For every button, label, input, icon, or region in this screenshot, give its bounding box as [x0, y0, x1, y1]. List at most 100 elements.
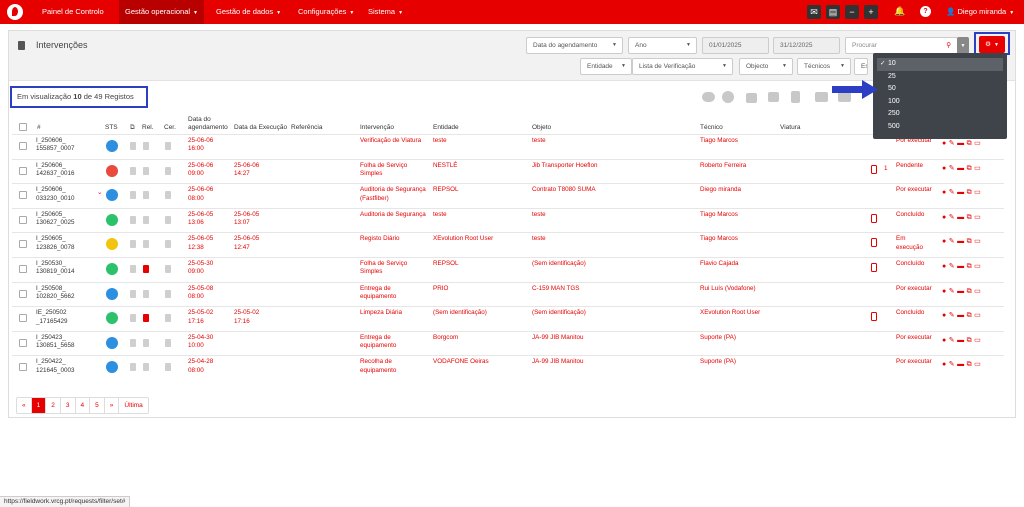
row-checkbox[interactable] — [19, 166, 27, 175]
user-circle-icon[interactable]: ● — [942, 188, 946, 197]
copy-icon[interactable]: ⧉ — [967, 287, 972, 296]
row-checkbox[interactable] — [19, 314, 27, 323]
nav-item-4[interactable]: Sistema ▼ — [362, 0, 409, 24]
certificate-icon[interactable] — [165, 289, 171, 298]
nav-item-3[interactable]: Configurações ▼ — [292, 0, 360, 24]
user-circle-icon[interactable]: ● — [942, 237, 946, 246]
trash-icon[interactable]: ▬ — [957, 164, 964, 173]
col-header-entity[interactable]: Entidade — [433, 124, 459, 132]
copy-icon[interactable]: ⧉ — [967, 188, 972, 197]
certificate-icon[interactable] — [165, 338, 171, 347]
trash-icon[interactable]: ▬ — [957, 262, 964, 271]
trash-icon[interactable]: ▬ — [957, 336, 964, 345]
edit-icon[interactable]: ✎ — [949, 360, 955, 369]
col-header-reference[interactable]: Referência — [291, 124, 322, 132]
trash-icon[interactable]: ▬ — [957, 213, 964, 222]
trash-icon[interactable]: ▬ — [957, 139, 964, 148]
copy-icon[interactable]: ⧉ — [967, 213, 972, 222]
user-circle-icon[interactable]: ● — [942, 164, 946, 173]
copy-file-icon[interactable] — [130, 240, 136, 249]
certificate-icon[interactable] — [165, 191, 171, 200]
user-circle-icon[interactable]: ● — [942, 139, 946, 148]
row-checkbox[interactable] — [19, 240, 27, 249]
pagination-item-6[interactable]: » — [105, 398, 120, 413]
edit-icon[interactable]: ✎ — [949, 188, 955, 197]
copy-file-icon[interactable] — [130, 314, 136, 323]
report-pdf-icon[interactable] — [143, 191, 149, 200]
copy-file-icon[interactable] — [130, 215, 136, 224]
copy-icon[interactable]: ⧉ — [967, 360, 972, 369]
truck-icon[interactable] — [815, 92, 828, 102]
nav-item-0[interactable]: Painel de Controlo — [36, 0, 110, 24]
edit-icon[interactable]: ✎ — [949, 164, 955, 173]
certificate-icon[interactable] — [165, 314, 171, 323]
printer-icon[interactable] — [791, 91, 800, 103]
vodafone-logo-icon[interactable] — [7, 4, 23, 20]
copy-icon[interactable]: ⧉ — [967, 336, 972, 345]
trash-icon[interactable]: ▬ — [957, 237, 964, 246]
col-header-execution[interactable]: Data da Execução — [234, 124, 287, 132]
copy-file-icon[interactable] — [130, 338, 136, 347]
print-icon[interactable]: ▭ — [974, 164, 981, 173]
copy-icon[interactable]: ⧉ — [967, 311, 972, 320]
page-size-option-10[interactable]: 10 — [877, 58, 1003, 71]
col-header-cer[interactable]: Cer. — [164, 124, 176, 132]
print-icon[interactable]: ▭ — [974, 287, 981, 296]
copy-icon[interactable]: ⧉ — [967, 164, 972, 173]
chevron-down-icon[interactable]: ⌄ — [97, 189, 102, 197]
pagination-item-1[interactable]: 1 — [31, 398, 47, 413]
trash-icon[interactable]: ▬ — [957, 287, 964, 296]
envelope-icon[interactable] — [746, 93, 757, 103]
print-icon[interactable]: ▭ — [974, 360, 981, 369]
pagination-item-0[interactable]: « — [17, 398, 32, 413]
id-card-icon[interactable]: ▤ — [826, 5, 840, 19]
pagination-item-5[interactable]: 5 — [90, 398, 105, 413]
mobile-phone-icon[interactable] — [871, 164, 877, 174]
nav-item-2[interactable]: Gestão de dados ▼ — [210, 0, 287, 24]
print-icon[interactable]: ▭ — [974, 139, 981, 148]
user-circle-icon[interactable]: ● — [942, 336, 946, 345]
user-menu[interactable]: 👤 Diego miranda ▼ — [946, 0, 1014, 24]
user-circle-icon[interactable]: ● — [942, 213, 946, 222]
row-checkbox[interactable] — [19, 265, 27, 273]
report-pdf-icon[interactable] — [143, 314, 149, 323]
mobile-phone-icon[interactable] — [871, 238, 877, 248]
row-checkbox[interactable] — [19, 289, 27, 298]
map-icon[interactable] — [768, 92, 779, 102]
pagination-item-2[interactable]: 2 — [46, 398, 61, 413]
certificate-icon[interactable] — [165, 265, 171, 273]
report-pdf-icon[interactable] — [143, 215, 149, 224]
help-icon[interactable]: ? — [920, 6, 931, 17]
report-pdf-icon[interactable] — [143, 142, 149, 150]
row-checkbox[interactable] — [19, 191, 27, 200]
filter-select-1[interactable]: Lista de Verificação ▼ — [632, 58, 733, 75]
filter-select-0[interactable]: Entidade ▼ — [580, 58, 632, 75]
print-icon[interactable]: ▭ — [974, 188, 981, 197]
period-select[interactable]: Ano ▼ — [628, 37, 697, 54]
edit-icon[interactable]: ✎ — [949, 237, 955, 246]
report-pdf-icon[interactable] — [143, 363, 149, 372]
select-all-checkbox[interactable] — [19, 123, 27, 131]
date-type-select[interactable]: Data do agendamento ▼ — [526, 37, 623, 54]
col-header-intervention[interactable]: Intervenção — [360, 124, 394, 132]
row-checkbox[interactable] — [19, 363, 27, 372]
filter-select-3[interactable]: Técnicos ▼ — [797, 58, 851, 75]
bell-icon[interactable]: 🔔 — [894, 6, 905, 17]
pagination-item-4[interactable]: 4 — [76, 398, 91, 413]
chat-icon[interactable]: ✉ — [807, 5, 821, 19]
edit-icon[interactable]: ✎ — [949, 213, 955, 222]
trash-icon[interactable]: ▬ — [957, 311, 964, 320]
col-header-num[interactable]: # — [37, 124, 41, 132]
edit-icon[interactable]: ✎ — [949, 311, 955, 320]
print-icon[interactable]: ▭ — [974, 262, 981, 271]
copy-file-icon[interactable] — [130, 265, 136, 273]
trash-icon[interactable]: ▬ — [957, 360, 964, 369]
row-checkbox[interactable] — [19, 142, 27, 150]
filter-select-2[interactable]: Objecto ▼ — [739, 58, 793, 75]
pagination-item-3[interactable]: 3 — [61, 398, 76, 413]
report-pdf-icon[interactable] — [143, 265, 149, 273]
page-size-option-50[interactable]: 50 — [873, 83, 1007, 96]
col-header-vehicle[interactable]: Viatura — [780, 124, 800, 132]
mobile-phone-icon[interactable] — [871, 213, 877, 223]
zoom-out-icon[interactable]: − — [845, 5, 859, 19]
